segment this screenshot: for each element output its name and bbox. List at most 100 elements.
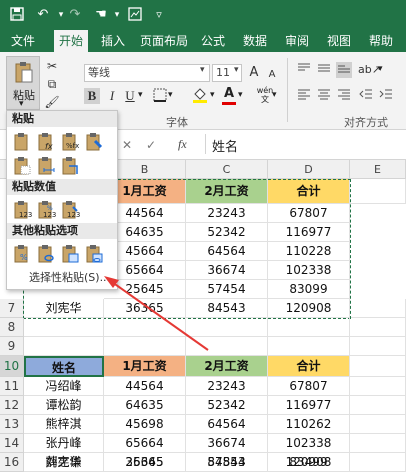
tab-page-layout[interactable]: 页面布局	[138, 30, 190, 52]
row-header-14[interactable]: 14	[0, 434, 24, 453]
row-header-16[interactable]: 16	[0, 453, 24, 472]
paste-formatting-icon[interactable]: %	[11, 243, 31, 263]
paste-button[interactable]: 粘贴 ▾	[6, 56, 40, 110]
underline-dropdown-icon[interactable]: ▾	[138, 90, 143, 100]
bottom-cell[interactable]: 45698	[104, 415, 186, 434]
top-cell[interactable]: 110228	[268, 242, 350, 261]
font-name-dropdown-icon[interactable]: ▾	[200, 65, 205, 75]
top-cell[interactable]: 36365	[104, 299, 186, 318]
paste-keep-source-format-icon[interactable]	[83, 131, 103, 151]
align-left-icon[interactable]	[296, 88, 312, 104]
fill-color-dropdown-icon[interactable]: ▾	[210, 90, 215, 100]
align-right-icon[interactable]	[336, 88, 352, 104]
font-color-icon[interactable]: A	[222, 86, 236, 101]
bottom-cell[interactable]: 36674	[186, 434, 268, 453]
cell-empty[interactable]	[350, 356, 406, 377]
paste-linked-picture-icon[interactable]	[83, 243, 103, 263]
tab-insert[interactable]: 插入	[96, 30, 130, 52]
save-icon[interactable]	[8, 6, 26, 24]
font-name-combo[interactable]: 等线	[84, 64, 210, 82]
cell-empty[interactable]	[350, 318, 406, 337]
cancel-icon[interactable]: ✕	[122, 138, 132, 152]
paste-keep-column-width-icon[interactable]	[35, 155, 55, 175]
form-icon[interactable]	[126, 6, 144, 24]
row-header-12[interactable]: 12	[0, 396, 24, 415]
orientation-dropdown-icon[interactable]: ▾	[378, 64, 383, 74]
bottom-cell[interactable]: 冯绍峰	[24, 377, 104, 396]
bottom-cell[interactable]: 张丹峰	[24, 434, 104, 453]
paste-transpose-icon[interactable]	[59, 155, 79, 175]
phonetic-dropdown-icon[interactable]: ▾	[272, 90, 277, 100]
insert-function-icon[interactable]: fx	[178, 137, 187, 152]
row-header-8[interactable]: 8	[0, 318, 24, 337]
top-header-total[interactable]: 合计	[268, 179, 350, 204]
align-center-icon[interactable]	[316, 88, 332, 104]
bottom-cell[interactable]: 谭松韵	[24, 396, 104, 415]
increase-indent-icon[interactable]	[378, 88, 394, 104]
cell-empty[interactable]	[350, 453, 406, 472]
tab-review[interactable]: 审阅	[280, 30, 314, 52]
top-cell[interactable]: 67807	[268, 204, 350, 223]
top-header-feb[interactable]: 2月工资	[186, 179, 268, 204]
fill-color-icon[interactable]	[192, 86, 208, 103]
cell-empty[interactable]	[104, 318, 186, 337]
cell-empty[interactable]	[186, 337, 268, 356]
cell-empty[interactable]	[350, 337, 406, 356]
top-cell[interactable]: 116977	[268, 223, 350, 242]
bottom-cell[interactable]: 刘宪华	[24, 453, 104, 472]
cell-empty[interactable]	[350, 415, 406, 434]
paste-formulas-icon[interactable]: fx	[35, 131, 55, 151]
italic-button[interactable]: I	[104, 88, 120, 104]
row-header-7[interactable]: 7	[0, 299, 24, 318]
tab-help[interactable]: 帮助	[364, 30, 398, 52]
bottom-cell[interactable]: 120908	[268, 453, 350, 472]
bottom-cell[interactable]: 熊梓淇	[24, 415, 104, 434]
top-cell[interactable]: 83099	[268, 280, 350, 299]
column-header-e[interactable]: E	[350, 160, 406, 179]
top-name-cell[interactable]: 刘宪华	[24, 299, 104, 318]
tab-data[interactable]: 数据	[238, 30, 272, 52]
row-header-10[interactable]: 10	[0, 356, 24, 377]
font-color-dropdown-icon[interactable]: ▾	[238, 90, 243, 100]
bottom-cell[interactable]: 67807	[268, 377, 350, 396]
underline-button[interactable]: U	[122, 88, 138, 104]
top-cell[interactable]: 120908	[268, 299, 350, 318]
bottom-header-name[interactable]: 姓名	[24, 356, 104, 377]
bottom-cell[interactable]: 65664	[104, 434, 186, 453]
bottom-cell[interactable]: 64635	[104, 396, 186, 415]
bottom-header-total[interactable]: 合计	[268, 356, 350, 377]
cell-empty[interactable]	[268, 318, 350, 337]
confirm-icon[interactable]: ✓	[146, 138, 156, 152]
formula-input[interactable]: 姓名	[212, 136, 398, 155]
touch-dropdown-icon[interactable]: ▾	[108, 6, 126, 24]
customize-toolbar-icon[interactable]: ▿	[150, 6, 168, 24]
bold-button[interactable]: B	[84, 88, 100, 104]
bottom-cell[interactable]: 102338	[268, 434, 350, 453]
top-cell[interactable]: 84543	[186, 299, 268, 318]
increase-font-icon[interactable]: A	[246, 65, 262, 81]
tab-file[interactable]: 文件	[6, 30, 40, 52]
top-cell[interactable]: 23243	[186, 204, 268, 223]
cell-empty[interactable]	[350, 299, 406, 318]
font-size-dropdown-icon[interactable]: ▾	[234, 65, 239, 75]
cell-empty[interactable]	[24, 318, 104, 337]
bottom-header-feb[interactable]: 2月工资	[186, 356, 268, 377]
tab-view[interactable]: 视图	[322, 30, 356, 52]
tab-formulas[interactable]: 公式	[196, 30, 230, 52]
top-cell[interactable]: 57454	[186, 280, 268, 299]
paste-link-icon[interactable]	[35, 243, 55, 263]
bottom-cell[interactable]: 116977	[268, 396, 350, 415]
cell-empty[interactable]	[104, 337, 186, 356]
row-header-13[interactable]: 13	[0, 415, 24, 434]
tab-home[interactable]: 开始	[54, 30, 88, 52]
decrease-indent-icon[interactable]	[358, 88, 374, 104]
borders-icon[interactable]	[152, 88, 168, 104]
paste-icon[interactable]	[11, 131, 31, 151]
bottom-cell[interactable]: 84543	[186, 453, 268, 472]
paste-special-item[interactable]: 选择性粘贴(S)...	[7, 267, 117, 289]
paste-no-borders-icon[interactable]	[11, 155, 31, 175]
row-header-11[interactable]: 11	[0, 377, 24, 396]
cell-empty[interactable]	[186, 318, 268, 337]
bottom-cell[interactable]: 23243	[186, 377, 268, 396]
format-painter-icon[interactable]: 🖌	[44, 94, 60, 110]
